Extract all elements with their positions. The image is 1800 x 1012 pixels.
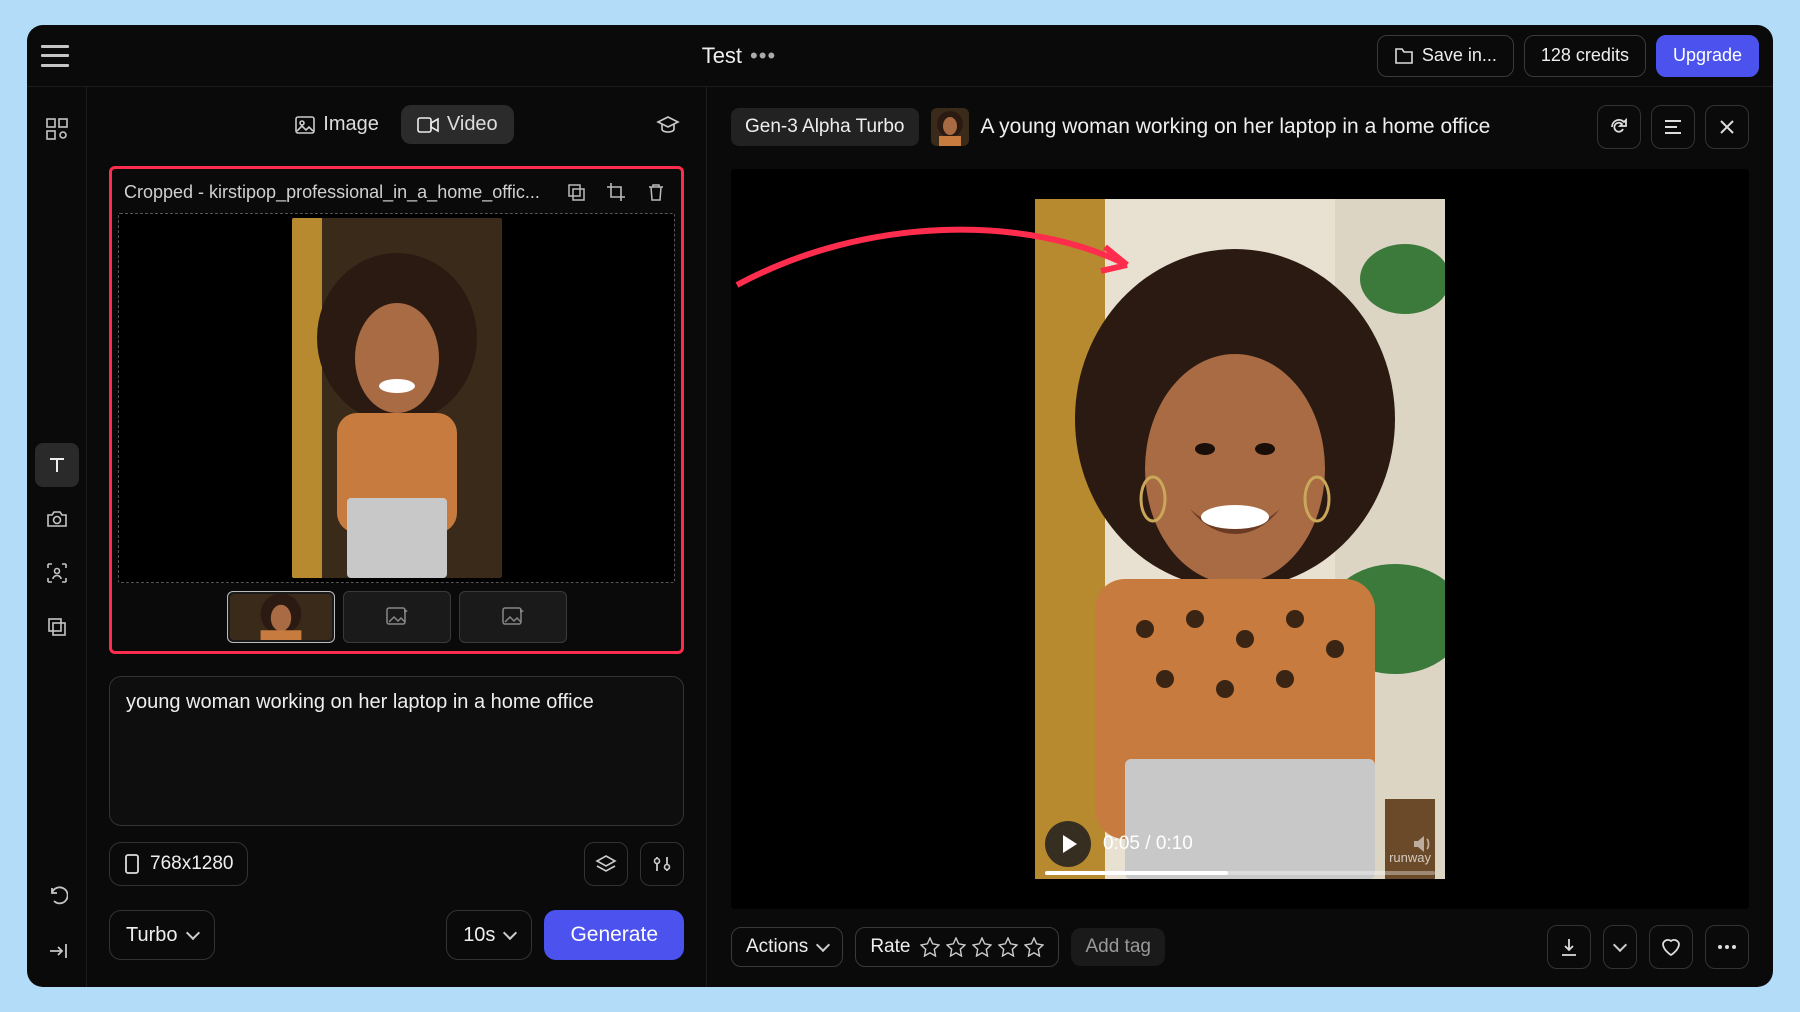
save-in-button[interactable]: Save in... [1377,35,1514,77]
rate-chip[interactable]: Rate [855,927,1059,967]
camera-tool-icon[interactable] [35,497,79,541]
result-prompt: A young woman working on her laptop in a… [981,115,1491,139]
undo-icon[interactable] [35,873,79,917]
left-panel: Image Video Cropped - kirstipop_professi… [87,87,707,987]
actions-label: Actions [746,936,808,958]
player-controls: 0:05 / 0:10 [1045,821,1435,867]
generate-label: Generate [570,923,658,946]
result-header: Gen-3 Alpha Turbo A young woman working … [731,105,1749,149]
collapse-icon[interactable] [35,929,79,973]
model-badge: Gen-3 Alpha Turbo [731,108,919,146]
menu-icon[interactable] [41,45,69,67]
person-tool-icon[interactable] [35,551,79,595]
more-icon[interactable]: ••• [750,43,776,69]
add-tag-label: Add tag [1085,936,1151,958]
actions-dropdown[interactable]: Actions [731,927,843,967]
result-source-thumb[interactable] [931,108,969,146]
frame-thumb-1[interactable] [227,591,335,643]
close-button[interactable] [1705,105,1749,149]
star-icon[interactable] [972,937,992,957]
model-dropdown[interactable]: Turbo [109,910,215,960]
right-panel: Gen-3 Alpha Turbo A young woman working … [707,87,1773,987]
education-icon[interactable] [656,115,680,135]
input-image-preview [292,218,502,578]
chevron-down-icon [816,938,830,952]
app-window: Test ••• Save in... 128 credits Upgrade [27,25,1773,987]
chevron-down-icon [185,926,199,940]
prompt-input[interactable]: young woman working on her laptop in a h… [109,676,684,826]
trash-icon[interactable] [643,179,669,205]
video-frame [1035,199,1445,879]
download-button[interactable] [1547,925,1591,969]
tab-image[interactable]: Image [279,105,395,144]
play-button[interactable] [1045,821,1091,867]
input-image-filename: Cropped - kirstipop_professional_in_a_ho… [124,182,549,203]
layers-button[interactable] [584,842,628,886]
assets-icon[interactable] [35,107,79,151]
folder-icon [1394,47,1414,65]
tab-video-label: Video [447,113,498,136]
dimensions-label: 768x1280 [150,853,233,875]
duration-label: 10s [463,924,495,947]
favorite-button[interactable] [1649,925,1693,969]
portrait-icon [124,853,140,875]
video-preview[interactable]: 0:05 / 0:10 runway [731,169,1749,909]
star-icon[interactable] [1024,937,1044,957]
chevron-down-icon [1613,938,1627,952]
upgrade-label: Upgrade [1673,45,1742,66]
star-icon[interactable] [946,937,966,957]
input-canvas[interactable] [118,213,675,583]
generate-button[interactable]: Generate [544,910,684,960]
mode-tabs: Image Video [109,105,684,144]
settings-button[interactable] [640,842,684,886]
star-rating[interactable] [920,937,1044,957]
credits-label: 128 credits [1541,45,1629,66]
list-button[interactable] [1651,105,1695,149]
video-icon [417,117,439,133]
progress-bar[interactable] [1045,871,1435,875]
prompt-text: young woman working on her laptop in a h… [126,691,594,713]
star-icon[interactable] [920,937,940,957]
top-bar: Test ••• Save in... 128 credits Upgrade [27,25,1773,87]
left-rail [27,87,87,987]
star-icon[interactable] [998,937,1018,957]
more-button[interactable] [1705,925,1749,969]
progress-fill [1045,871,1228,875]
duration-dropdown[interactable]: 10s [446,910,532,960]
dimensions-chip[interactable]: 768x1280 [109,842,248,886]
crop-icon[interactable] [603,179,629,205]
app-body: Image Video Cropped - kirstipop_professi… [27,87,1773,987]
frame-thumb-2[interactable] [343,591,451,643]
frame-thumbnails [118,591,675,643]
model-label: Turbo [126,924,178,947]
layers-tool-icon[interactable] [35,605,79,649]
download-options-button[interactable] [1603,925,1637,969]
tab-image-label: Image [323,113,379,136]
project-title[interactable]: Test [702,43,742,69]
chevron-down-icon [503,926,517,940]
save-label: Save in... [1422,45,1497,66]
credits-button[interactable]: 128 credits [1524,35,1646,77]
add-tag-button[interactable]: Add tag [1071,928,1165,966]
duplicate-icon[interactable] [563,179,589,205]
text-tool-icon[interactable] [35,443,79,487]
timecode: 0:05 / 0:10 [1103,833,1193,855]
image-icon [295,116,315,134]
tab-video[interactable]: Video [401,105,514,144]
image-input-card: Cropped - kirstipop_professional_in_a_ho… [109,166,684,654]
play-icon [1063,835,1077,853]
rate-label: Rate [870,936,910,958]
result-footer: Actions Rate Add tag [731,925,1749,969]
watermark: runway [1389,850,1431,865]
refresh-button[interactable] [1597,105,1641,149]
upgrade-button[interactable]: Upgrade [1656,35,1759,77]
frame-thumb-3[interactable] [459,591,567,643]
